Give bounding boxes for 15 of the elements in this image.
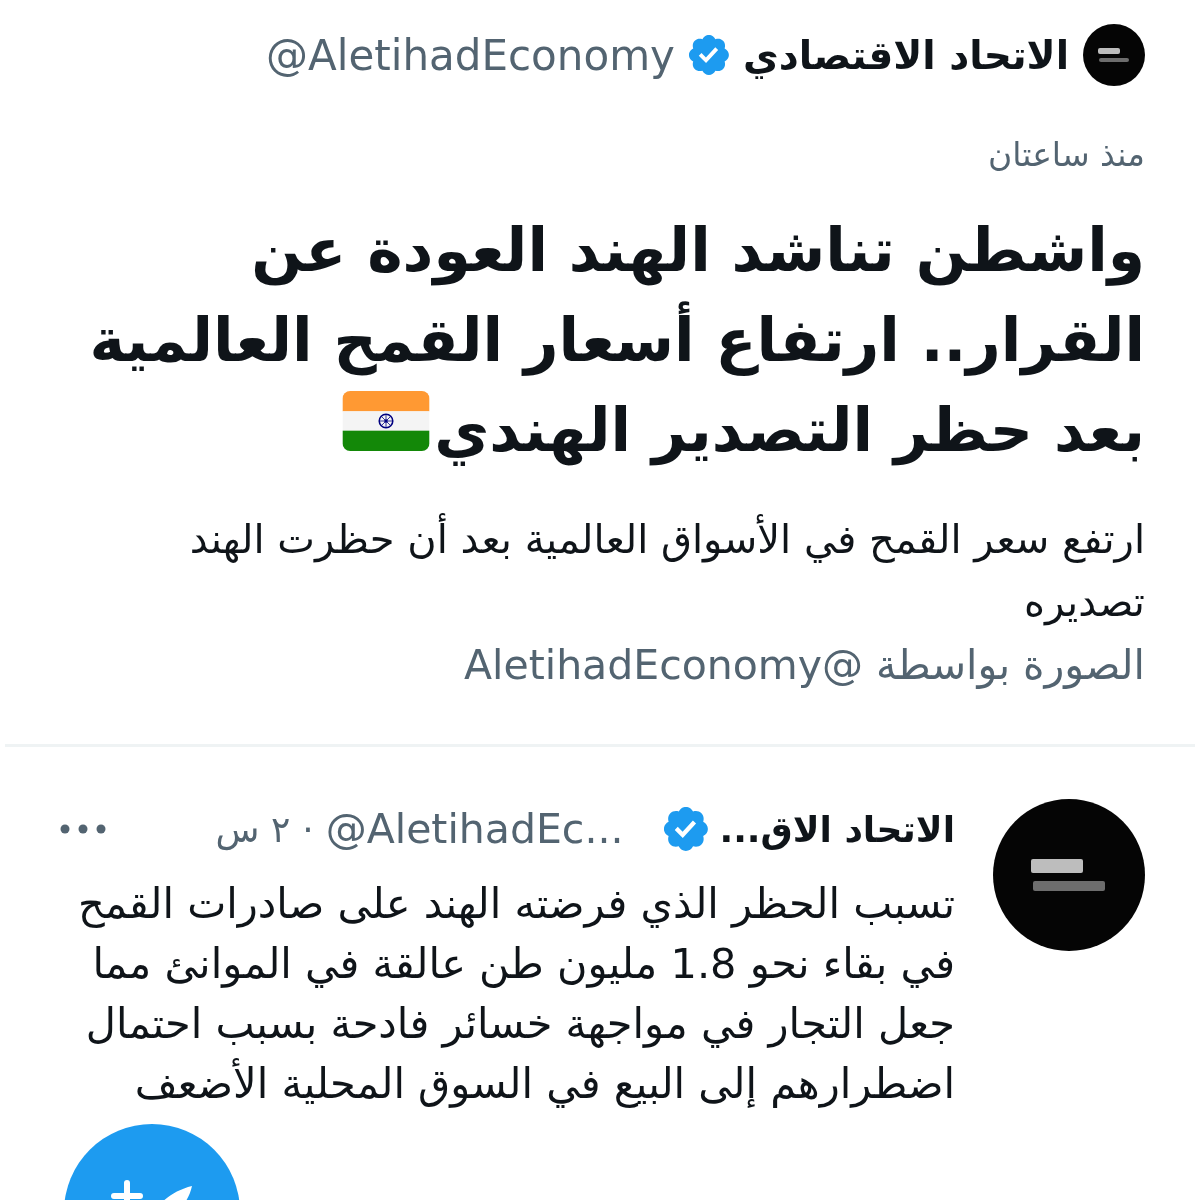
more-icon[interactable] <box>60 824 106 834</box>
article-summary: ارتفع سعر القمح في الأسواق العالمية بعد أن حظرت الهند تصديره <box>50 508 1145 634</box>
article-title-line: القرار.. ارتفاع أسعار القمح العالمية <box>89 295 1145 385</box>
article-time: منذ ساعتان <box>986 134 1145 176</box>
tweet-author-handle: @AletihadEc... <box>325 805 624 853</box>
india-flag-icon <box>342 391 431 451</box>
account-handle: @AletihadEconomy <box>266 30 675 80</box>
tweet-time: ٢ س <box>215 808 291 850</box>
article-title-line: بعد حظر التصدير الهندي <box>434 394 1145 468</box>
separator-dot: · <box>302 808 314 850</box>
article-title-line: واشطن تناشد الهند العودة عن <box>251 214 1145 288</box>
account-name: الاتحاد الاقتصادي <box>742 32 1069 78</box>
tweet-author-name: الاتحاد الاق... <box>719 808 955 850</box>
tweet-text: تسبب الحظر الذي فرضته الهند على صادرات القمح في بقاء نحو 1.8 مليون طن عالقة في الموانئ مما جعل التجار في مواجهة خسائر فادحة بسبب احتمال اضطرارهم إلى البيع في السوق المحلية الأضعف <box>77 878 955 1110</box>
image-credit: الصورة بواسطة @AletihadEconomy <box>463 640 1145 691</box>
